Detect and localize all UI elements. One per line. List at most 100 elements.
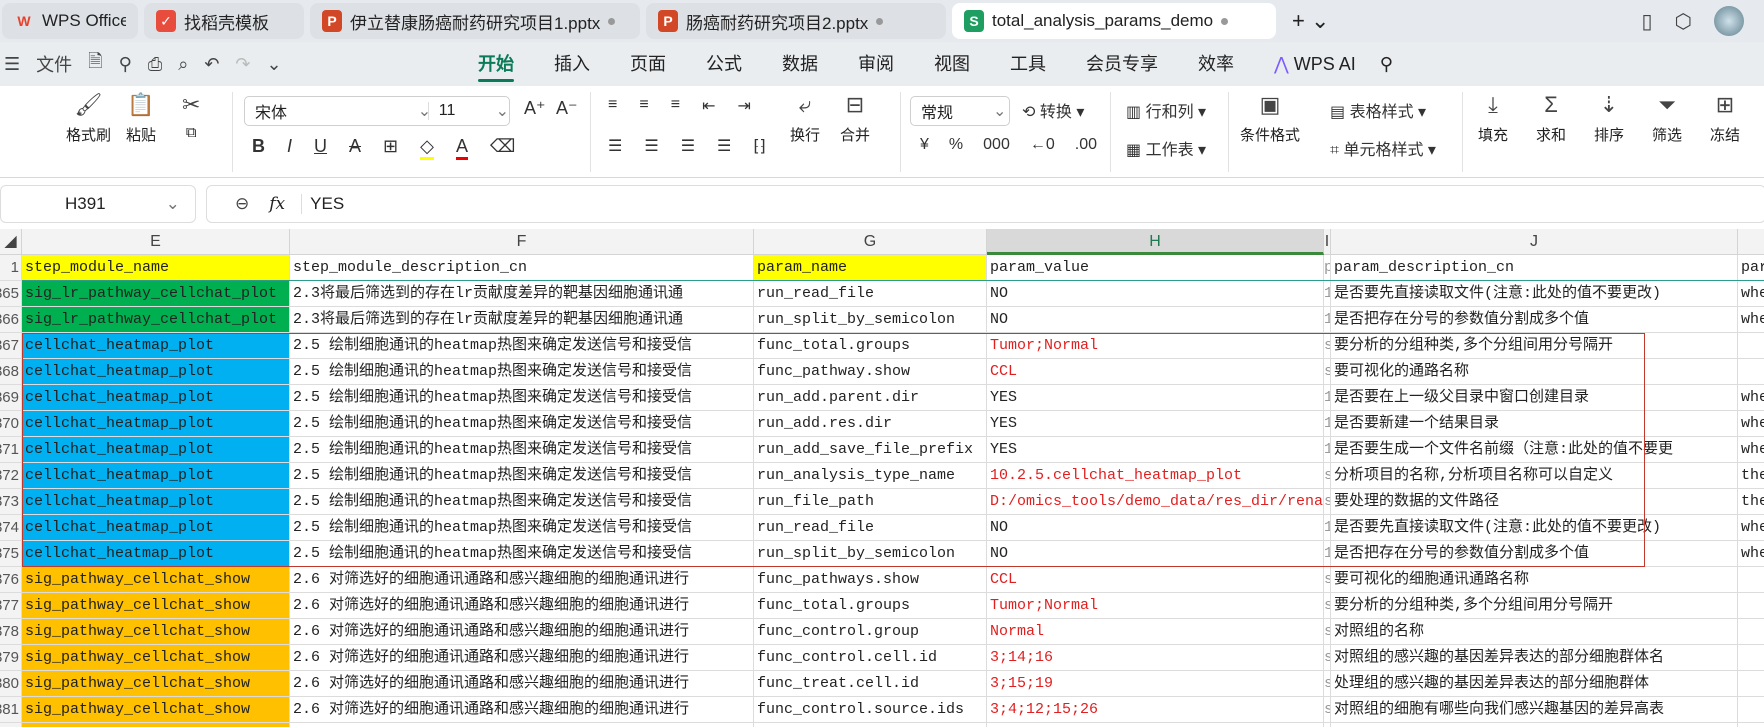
cell-empty[interactable] — [1324, 723, 1331, 727]
column-header-E[interactable]: E — [22, 229, 290, 255]
row-number[interactable]: 375 — [0, 541, 22, 567]
cell-E[interactable]: sig_lr_pathway_cellchat_plot — [22, 281, 290, 307]
cell-F[interactable]: 2.5 绘制细胞通讯的heatmap热图来确定发送信号和接受信 — [290, 359, 754, 385]
tab-3[interactable]: P 肠癌耐药研究项目2.pptx — [646, 3, 946, 39]
row-number[interactable]: 378 — [0, 619, 22, 645]
cell-F[interactable]: 2.5 绘制细胞通讯的heatmap热图来确定发送信号和接受信 — [290, 385, 754, 411]
border-icon[interactable]: ⊞ — [383, 136, 398, 160]
cell-E[interactable]: cellchat_heatmap_plot — [22, 359, 290, 385]
tab-4[interactable]: Stotal_analysis_params_demo — [952, 3, 1276, 39]
cell-K[interactable]: par — [1738, 255, 1764, 281]
cell-G[interactable]: param_name — [754, 255, 987, 281]
cell-J[interactable]: 要分析的分组种类,多个分组间用分号隔开 — [1331, 593, 1738, 619]
cell-I[interactable]: 1 — [1324, 385, 1331, 411]
cell-F[interactable]: 2.5 绘制细胞通讯的heatmap热图来确定发送信号和接受信 — [290, 437, 754, 463]
spreadsheet-grid[interactable]: ◢ E F G H I J 1 step_module_name step_module_desc… — [0, 229, 1764, 727]
cell-J[interactable]: 分析项目的名称,分析项目名称可以自定义 — [1331, 463, 1738, 489]
align-middle-icon[interactable]: ≡ — [639, 96, 648, 116]
cell-J[interactable]: 要处理的数据的文件路径 — [1331, 489, 1738, 515]
row-number[interactable]: 366 — [0, 307, 22, 333]
thousands-icon[interactable]: 000 — [983, 136, 1010, 154]
cube-icon[interactable]: ⬡ — [1675, 9, 1692, 34]
name-box[interactable]: H391 ⌄ — [0, 185, 196, 223]
cell-empty[interactable] — [987, 723, 1324, 727]
cell-J[interactable]: 处理组的感兴趣的基因差异表达的部分细胞群体 — [1331, 671, 1738, 697]
cell-I[interactable]: s — [1324, 593, 1331, 619]
cell-I[interactable]: 1 — [1324, 437, 1331, 463]
decimal-decrease-icon[interactable]: .00 — [1075, 136, 1097, 154]
cell-K[interactable] — [1738, 645, 1764, 671]
freeze-button[interactable]: ⊞ 冻结 — [1710, 92, 1740, 145]
cell-F[interactable]: 2.5 绘制细胞通讯的heatmap热图来确定发送信号和接受信 — [290, 411, 754, 437]
menu-icon[interactable]: ☰ — [4, 54, 20, 75]
cell-E[interactable]: sig_pathway_cellchat_show — [22, 671, 290, 697]
menu-tab-7[interactable]: 工具 — [990, 42, 1066, 86]
cell-K[interactable]: whe — [1738, 307, 1764, 333]
row-number[interactable]: 381 — [0, 697, 22, 723]
cell-J[interactable]: 对照组的名称 — [1331, 619, 1738, 645]
cell-F[interactable]: 2.6 对筛选好的细胞通讯通路和感兴趣细胞的细胞通讯进行 — [290, 567, 754, 593]
cell-G[interactable]: func_total.groups — [754, 593, 987, 619]
align-top-icon[interactable]: ≡ — [608, 96, 617, 116]
decrease-font-icon[interactable]: A⁻ — [556, 98, 578, 119]
sort-button[interactable]: ⇣ 排序 — [1594, 92, 1624, 145]
fill-button[interactable]: ⤓ 填充 — [1478, 92, 1508, 145]
row-number[interactable]: 374 — [0, 515, 22, 541]
cell-H[interactable]: 3;15;19 — [987, 671, 1324, 697]
cell-empty[interactable] — [1331, 723, 1738, 727]
cell-G[interactable]: run_add.parent.dir — [754, 385, 987, 411]
cell-empty[interactable] — [22, 723, 290, 727]
cell-K[interactable]: the — [1738, 489, 1764, 515]
cell-G[interactable]: func_pathways.show — [754, 567, 987, 593]
cell-I[interactable]: 1 — [1324, 541, 1331, 567]
cell-H[interactable]: 3;14;16 — [987, 645, 1324, 671]
row-number[interactable]: 368 — [0, 359, 22, 385]
cell-H[interactable]: 3;4;12;15;26 — [987, 697, 1324, 723]
cell-K[interactable]: whe — [1738, 385, 1764, 411]
font-color-icon[interactable]: A — [455, 136, 468, 160]
cell-G[interactable]: func_control.group — [754, 619, 987, 645]
tab-1[interactable]: ✓ 找稻壳模板 — [144, 3, 304, 39]
cell-I[interactable]: s — [1324, 333, 1331, 359]
menu-tab-2[interactable]: 页面 — [610, 42, 686, 86]
rows-cols-button[interactable]: ▥ 行和列 ▾ — [1126, 98, 1206, 122]
row-number[interactable]: 371 — [0, 437, 22, 463]
row-number[interactable]: 367 — [0, 333, 22, 359]
cell-H[interactable]: 10.2.5.cellchat_heatmap_plot — [987, 463, 1324, 489]
search-icon[interactable]: ⚲ — [1376, 42, 1397, 86]
cell-H[interactable]: YES — [987, 411, 1324, 437]
cell-H[interactable]: NO — [987, 281, 1324, 307]
avatar[interactable] — [1714, 6, 1744, 36]
cell-E[interactable]: sig_pathway_cellchat_show — [22, 645, 290, 671]
cell-H[interactable]: Normal — [987, 619, 1324, 645]
cell-K[interactable] — [1738, 333, 1764, 359]
cell-H[interactable]: YES — [987, 385, 1324, 411]
row-number[interactable]: 380 — [0, 671, 22, 697]
indent-increase-icon[interactable]: ⇥ — [737, 96, 750, 116]
cell-E[interactable]: cellchat_heatmap_plot — [22, 515, 290, 541]
fx-icon[interactable]: fx — [269, 194, 285, 214]
cell-K[interactable]: whe — [1738, 541, 1764, 567]
cell-I[interactable]: s — [1324, 359, 1331, 385]
cell-G[interactable]: run_file_path — [754, 489, 987, 515]
chevron-down-icon[interactable]: ⌄ — [166, 194, 180, 214]
row-number[interactable]: 369 — [0, 385, 22, 411]
cell-G[interactable]: func_treat.cell.id — [754, 671, 987, 697]
cell-J[interactable]: 对照组的感兴趣的基因差异表达的部分细胞群体名 — [1331, 645, 1738, 671]
cell-J[interactable]: 是否要在上一级父目录中窗口创建目录 — [1331, 385, 1738, 411]
cell-E[interactable]: step_module_name — [22, 255, 290, 281]
cell-G[interactable]: run_analysis_type_name — [754, 463, 987, 489]
cell-K[interactable]: whe — [1738, 281, 1764, 307]
font-size-select[interactable]: 11 — [427, 102, 486, 120]
cell-F[interactable]: 2.5 绘制细胞通讯的heatmap热图来确定发送信号和接受信 — [290, 463, 754, 489]
worksheet-button[interactable]: ▦ 工作表 ▾ — [1126, 136, 1206, 160]
row-number[interactable]: 373 — [0, 489, 22, 515]
cell-E[interactable]: cellchat_heatmap_plot — [22, 489, 290, 515]
cell-empty[interactable] — [754, 723, 987, 727]
new-tab-button[interactable]: + ⌄ — [1292, 8, 1329, 34]
indent-decrease-icon[interactable]: ⇤ — [702, 96, 715, 116]
menu-tab-0[interactable]: 开始 — [458, 42, 534, 86]
menu-tab-3[interactable]: 公式 — [686, 42, 762, 86]
sum-button[interactable]: Σ 求和 — [1536, 92, 1566, 145]
currency-icon[interactable]: ¥ — [920, 136, 929, 154]
